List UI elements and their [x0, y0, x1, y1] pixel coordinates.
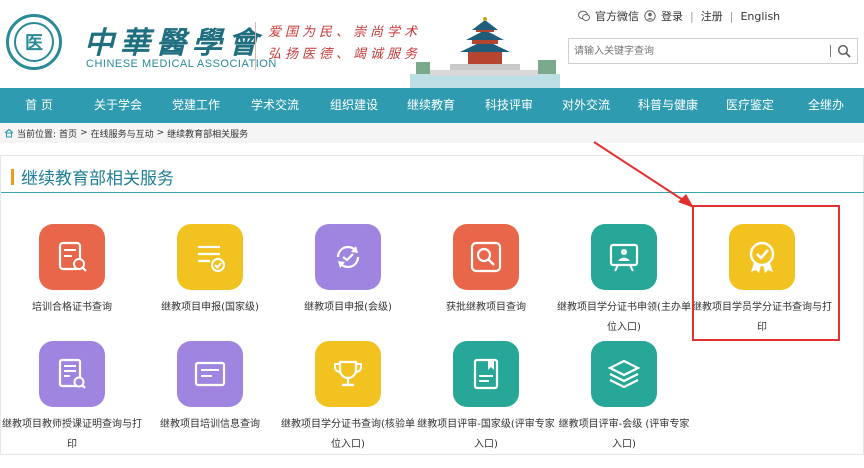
search-box [568, 38, 858, 64]
service-tile-approved-projects[interactable]: 获批继教项目查询 [416, 224, 556, 318]
certificate-search-icon [39, 224, 105, 290]
search-cursor-divider [830, 45, 831, 57]
tile-label: 继教项目培训信息查询 [160, 419, 260, 430]
nav-item-popular-science[interactable]: 科普与健康 [624, 88, 712, 123]
tile-label: 继教项目申报(会级) [304, 302, 392, 313]
tile-label: 继教项目学分证书查询(核验单位入口) [281, 419, 415, 450]
breadcrumb-home-link[interactable]: 首页 [59, 127, 77, 140]
panel-title: 继续教育部相关服务 [11, 164, 174, 189]
card-message-icon [177, 341, 243, 407]
service-tile-national-declaration[interactable]: 继教项目申报(国家级) [140, 224, 280, 318]
nav-item-organization[interactable]: 组织建设 [316, 88, 392, 123]
service-tile-review-national[interactable]: 继教项目评审-国家级(评审专家入口) [416, 341, 556, 455]
tile-label: 继教项目学分证书申领(主办单位入口) [557, 302, 691, 333]
breadcrumb: 当前位置: 首页 > 在线服务与互动 > 继续教育部相关服务 [0, 123, 864, 143]
nav-item-party[interactable]: 党建工作 [158, 88, 234, 123]
tile-label: 继教项目教师授课证明查询与打印 [2, 419, 142, 450]
top-utility-bar: 官方微信 登录 | 注册 | English [578, 8, 780, 24]
nav-item-tech-review[interactable]: 科技评审 [470, 88, 548, 123]
temple-of-heaven-illustration [410, 17, 560, 88]
tile-label: 继教项目评审-会级 (评审专家入口) [558, 419, 690, 450]
search-icon[interactable] [837, 44, 851, 58]
nav-item-international[interactable]: 对外交流 [548, 88, 624, 123]
seal-center: 医 [14, 22, 54, 62]
slogan: 爱国为民、崇尚学术 弘扬医德、竭诚服务 [268, 22, 421, 66]
wechat-icon[interactable] [578, 10, 590, 22]
association-seal-logo[interactable]: 医 [6, 14, 62, 70]
register-link[interactable]: 注册 [701, 8, 723, 24]
book-icon [453, 341, 519, 407]
login-link[interactable]: 登录 [661, 8, 683, 24]
site-header: 医 中華醫學會 CHINESE MEDICAL ASSOCIATION 爱国为民… [0, 0, 864, 88]
search-input[interactable] [569, 39, 819, 64]
header-divider [255, 22, 256, 70]
main-nav: 首 页 关于学会 党建工作 学术交流 组织建设 继续教育 科技评审 对外交流 科… [0, 88, 864, 123]
service-tile-association-declaration[interactable]: 继教项目申报(会级) [278, 224, 418, 318]
nav-item-academic[interactable]: 学术交流 [234, 88, 316, 123]
nav-item-continuing-education[interactable]: 继续教育 [392, 88, 470, 123]
home-icon [4, 128, 14, 138]
breadcrumb-online-services-link[interactable]: 在线服务与互动 [91, 127, 154, 140]
service-tile-training-info[interactable]: 继教项目培训信息查询 [140, 341, 280, 435]
user-icon[interactable] [644, 10, 656, 22]
topbar-separator: | [729, 9, 734, 23]
trophy-icon [315, 341, 381, 407]
brand-name-cn: 中華醫學會 [84, 26, 264, 61]
tile-label: 继教项目评审-国家级(评审专家入口) [417, 419, 555, 450]
nav-item-home[interactable]: 首 页 [0, 88, 78, 123]
nav-item-about[interactable]: 关于学会 [78, 88, 158, 123]
annotation-arrow-icon [593, 141, 694, 208]
brand-name-en: CHINESE MEDICAL ASSOCIATION [86, 58, 277, 70]
breadcrumb-separator: > [80, 128, 88, 138]
refresh-check-icon [315, 224, 381, 290]
service-tile-training-certificate[interactable]: 培训合格证书查询 [2, 224, 142, 318]
english-link[interactable]: English [740, 10, 780, 23]
service-tile-teacher-proof[interactable]: 继教项目教师授课证明查询与打印 [2, 341, 142, 455]
service-tile-credit-certificate-organizer[interactable]: 继教项目学分证书申领(主办单位入口) [554, 224, 694, 338]
breadcrumb-separator: > [156, 128, 165, 138]
magnifier-icon [453, 224, 519, 290]
easel-person-icon [591, 224, 657, 290]
panel-title-text: 继续教育部相关服务 [21, 169, 174, 189]
nav-item-quanjiban[interactable]: 全继办 [788, 88, 864, 123]
wechat-link[interactable]: 官方微信 [595, 8, 639, 24]
service-tile-review-association[interactable]: 继教项目评审-会级 (评审专家入口) [554, 341, 694, 455]
tile-label: 培训合格证书查询 [32, 302, 112, 313]
tile-label: 继教项目申报(国家级) [161, 302, 259, 313]
topbar-separator: | [690, 9, 694, 23]
slogan-line-1: 爱国为民、崇尚学术 [268, 25, 422, 40]
panel-title-underline [1, 192, 864, 193]
document-check-icon [177, 224, 243, 290]
breadcrumb-prefix: 当前位置: [17, 129, 57, 140]
breadcrumb-current: 继续教育部相关服务 [167, 129, 249, 140]
list-search-icon [39, 341, 105, 407]
highlight-box [692, 205, 840, 341]
title-accent-bar [11, 168, 14, 185]
nav-item-medical-appraisal[interactable]: 医疗鉴定 [712, 88, 788, 123]
layers-icon [591, 341, 657, 407]
tile-label: 获批继教项目查询 [446, 302, 526, 313]
slogan-line-2: 弘扬医德、竭诚服务 [268, 47, 422, 62]
service-tile-credit-certificate-verify[interactable]: 继教项目学分证书查询(核验单位入口) [278, 341, 418, 455]
